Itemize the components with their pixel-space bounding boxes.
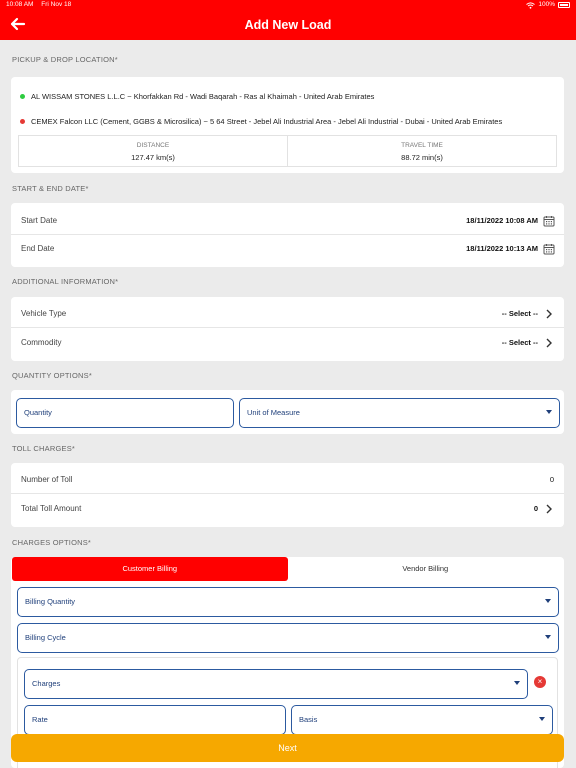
billing-quantity-select[interactable]: Billing Quantity	[17, 587, 559, 617]
dropdown-caret-icon	[545, 599, 551, 603]
travel-time-label: TRAVEL TIME	[401, 142, 443, 149]
billing-quantity-placeholder: Billing Quantity	[25, 597, 76, 606]
drop-dot-icon	[20, 119, 25, 124]
distance-cell: DISTANCE 127.47 km(s)	[19, 136, 287, 166]
pickup-location-row: AL WISSAM STONES L.L.C ~ Khorfakkan Rd -…	[20, 92, 374, 101]
rate-input[interactable]: Rate	[24, 705, 286, 735]
tab-vendor-billing[interactable]: Vendor Billing	[288, 557, 564, 581]
drop-address: CEMEX Falcon LLC (Cement, GGBS & Microsi…	[31, 117, 503, 126]
chevron-right-icon[interactable]	[543, 337, 555, 349]
unit-of-measure-placeholder: Unit of Measure	[247, 408, 300, 417]
additional-card: Vehicle Type -- Select -- Commodity -- S…	[11, 297, 564, 361]
calendar-icon[interactable]	[543, 215, 555, 227]
rate-placeholder: Rate	[32, 715, 48, 724]
additional-section-label: ADDITIONAL INFORMATION*	[12, 277, 119, 286]
start-date-row[interactable]: Start Date 18/11/2022 10:08 AM	[11, 207, 564, 235]
nav-bar: Add New Load	[0, 10, 576, 40]
toll-section-label: TOLL CHARGES*	[12, 444, 76, 453]
billing-cycle-select[interactable]: Billing Cycle	[17, 623, 559, 653]
chevron-right-icon[interactable]	[543, 503, 555, 515]
pickup-address: AL WISSAM STONES L.L.C ~ Khorfakkan Rd -…	[31, 92, 375, 101]
unit-of-measure-select[interactable]: Unit of Measure	[239, 398, 560, 428]
billing-tabs: Customer Billing Vendor Billing	[12, 557, 563, 581]
toll-count-value: 0	[549, 475, 554, 484]
calendar-icon[interactable]	[543, 243, 555, 255]
distance-value: 127.47 km(s)	[131, 153, 175, 162]
toll-amount-value: 0	[533, 504, 538, 513]
dropdown-caret-icon	[545, 635, 551, 639]
toll-amount-label: Total Toll Amount	[21, 504, 82, 513]
charges-placeholder: Charges	[32, 679, 61, 688]
travel-time-value: 88.72 min(s)	[401, 153, 443, 162]
charges-section-label: CHARGES OPTIONS*	[12, 538, 92, 547]
basis-placeholder: Basis	[299, 715, 318, 724]
status-time: 10:08 AM	[6, 1, 34, 8]
vehicle-type-row[interactable]: Vehicle Type -- Select --	[11, 300, 564, 328]
remove-charge-icon[interactable]: ×	[534, 676, 546, 688]
dropdown-caret-icon	[539, 717, 545, 721]
end-date-row[interactable]: End Date 18/11/2022 10:13 AM	[11, 235, 564, 263]
quantity-card: Quantity Unit of Measure	[11, 390, 564, 434]
next-button[interactable]: Next	[11, 734, 564, 762]
page-title: Add New Load	[244, 18, 332, 32]
drop-location-row: CEMEX Falcon LLC (Cement, GGBS & Microsi…	[20, 117, 502, 126]
tab-customer-billing[interactable]: Customer Billing	[12, 557, 288, 581]
battery-percent: 100%	[538, 1, 555, 8]
charges-select[interactable]: Charges	[24, 669, 528, 699]
quantity-placeholder: Quantity	[24, 408, 52, 417]
billing-cycle-placeholder: Billing Cycle	[25, 633, 66, 642]
end-date-label: End Date	[21, 244, 55, 253]
vehicle-type-value: -- Select --	[501, 309, 538, 318]
status-date: Fri Nov 18	[41, 1, 72, 8]
toll-count-label: Number of Toll	[21, 475, 73, 484]
pickup-section-label: PICKUP & DROP LOCATION*	[12, 55, 118, 64]
distance-label: DISTANCE	[136, 142, 170, 149]
toll-card: Number of Toll 0 Total Toll Amount 0	[11, 463, 564, 527]
distance-summary: DISTANCE 127.47 km(s) TRAVEL TIME 88.72 …	[18, 135, 557, 167]
end-date-value: 18/11/2022 10:13 AM	[466, 244, 538, 253]
dropdown-caret-icon	[546, 410, 552, 414]
battery-icon	[558, 2, 570, 8]
pickup-card: AL WISSAM STONES L.L.C ~ Khorfakkan Rd -…	[11, 77, 564, 173]
basis-select[interactable]: Basis	[291, 705, 553, 735]
start-date-value: 18/11/2022 10:08 AM	[466, 216, 538, 225]
dropdown-caret-icon	[514, 681, 520, 685]
commodity-row[interactable]: Commodity -- Select --	[11, 329, 564, 357]
travel-time-cell: TRAVEL TIME 88.72 min(s)	[287, 136, 556, 166]
pickup-dot-icon	[20, 94, 25, 99]
quantity-section-label: QUANTITY OPTIONS*	[12, 371, 92, 380]
quantity-input[interactable]: Quantity	[16, 398, 234, 428]
commodity-value: -- Select --	[501, 338, 538, 347]
dates-card: Start Date 18/11/2022 10:08 AM End Date …	[11, 203, 564, 267]
toll-count-row: Number of Toll 0	[11, 466, 564, 494]
start-date-label: Start Date	[21, 216, 58, 225]
dates-section-label: START & END DATE*	[12, 184, 89, 193]
status-bar: 10:08 AM Fri Nov 18 100%	[0, 0, 576, 10]
wifi-icon	[526, 1, 536, 9]
toll-amount-row[interactable]: Total Toll Amount 0	[11, 495, 564, 523]
chevron-right-icon[interactable]	[543, 308, 555, 320]
vehicle-type-label: Vehicle Type	[21, 309, 67, 318]
commodity-label: Commodity	[21, 338, 62, 347]
